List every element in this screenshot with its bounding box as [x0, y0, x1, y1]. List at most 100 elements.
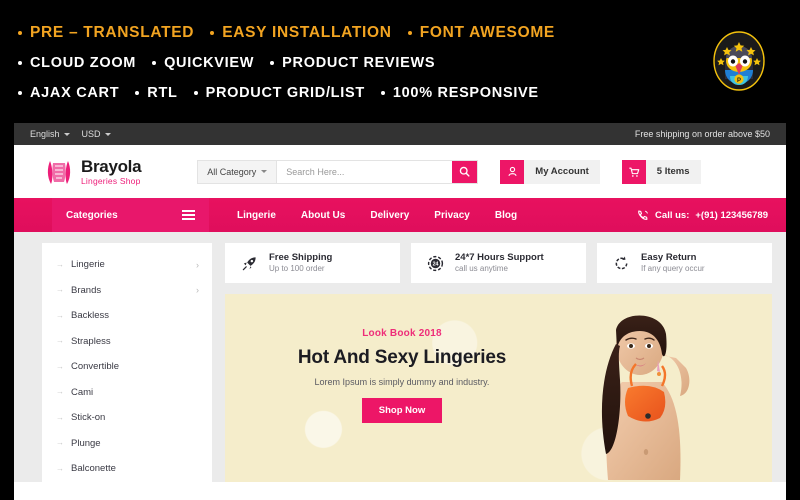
arrow-right-icon: → — [56, 259, 64, 269]
sidebar-item-label: Balconette — [71, 463, 116, 475]
sidebar-item-strapless[interactable]: → Strapless — [42, 329, 212, 355]
category-select-label: All Category — [207, 166, 257, 177]
banner-text-block: Look Book 2018 Hot And Sexy Lingeries Lo… — [277, 328, 527, 423]
sidebar-item-backless[interactable]: → Backless — [42, 303, 212, 329]
service-title: Free Shipping — [269, 251, 333, 263]
promo-feature: RTL — [135, 85, 177, 101]
promo-feature-label: 100% RESPONSIVE — [392, 85, 539, 101]
promo-feature-label: PRODUCT GRID/LIST — [205, 85, 365, 101]
shopping-cart-icon — [629, 167, 640, 177]
nav-item-about-us[interactable]: About Us — [301, 210, 345, 221]
categories-label: Categories — [66, 209, 118, 221]
sidebar-item-label: Lingerie — [71, 259, 105, 271]
sidebar-item-label: Stick-on — [71, 412, 106, 424]
arrow-right-icon: → — [56, 438, 64, 448]
sidebar-item-cami[interactable]: → Cami — [42, 380, 212, 406]
logo-text-block: Brayola Lingeries Shop — [81, 158, 142, 186]
arrow-right-icon: → — [56, 463, 64, 473]
bullet-icon — [193, 91, 198, 95]
site-logo[interactable]: Brayola Lingeries Shop — [42, 155, 142, 189]
sidebar-item-label: Plunge — [71, 437, 101, 449]
promo-row: AJAX CART RTL PRODUCT GRID/LIST 100% RES… — [18, 78, 660, 108]
service-title: 24*7 Hours Support — [455, 251, 544, 263]
sidebar-item-brands[interactable]: → Brands › — [42, 278, 212, 304]
search-icon — [460, 166, 470, 177]
promo-feature: CLOUD ZOOM — [18, 55, 136, 71]
promo-feature: FONT AWESOME — [407, 24, 555, 42]
bullet-icon — [18, 61, 22, 65]
sidebar-item-lingerie[interactable]: → Lingerie › — [42, 252, 212, 278]
sidebar-item-label: Strapless — [71, 335, 111, 347]
logo-tagline: Lingeries Shop — [81, 175, 141, 186]
shop-now-button[interactable]: Shop Now — [361, 398, 443, 423]
bullet-icon — [270, 61, 275, 65]
banner-eyebrow: Look Book 2018 — [362, 328, 442, 339]
arrow-right-icon: → — [56, 310, 64, 320]
page-body: → Lingerie › → Brands › → Backless → Str… — [14, 232, 786, 482]
search-bar: All Category — [197, 159, 479, 184]
nav-item-privacy[interactable]: Privacy — [434, 210, 470, 221]
shipping-notice: Free shipping on order above $50 — [634, 129, 770, 139]
promo-feature: PRE – TRANSLATED — [18, 24, 194, 42]
service-title: Easy Return — [641, 251, 697, 263]
hamburger-menu-icon — [182, 210, 195, 220]
sidebar-item-label: Convertible — [71, 361, 120, 373]
nav-item-blog[interactable]: Blog — [495, 210, 517, 221]
cart-icon-box — [621, 159, 646, 184]
sidebar-item-balconette[interactable]: → Balconette — [42, 456, 212, 482]
service-support: 24 24*7 Hours Support call us anytime — [411, 243, 586, 283]
language-selector[interactable]: English — [30, 129, 70, 139]
promo-banner: PRE – TRANSLATED EASY INSTALLATION FONT … — [0, 0, 800, 120]
cart-button[interactable]: 5 Items — [621, 159, 701, 184]
svg-text:24: 24 — [433, 261, 439, 267]
promo-feature-label: PRE – TRANSLATED — [30, 24, 195, 41]
chevron-down-icon — [104, 132, 111, 136]
user-icon-box — [500, 159, 525, 184]
promo-feature: QUICKVIEW — [152, 55, 254, 71]
main-content: Free Shipping Up to 100 order 24 24*7 Ho… — [225, 243, 772, 482]
bullet-icon — [407, 31, 412, 35]
sidebar-item-plunge[interactable]: → Plunge — [42, 431, 212, 457]
bullet-icon — [210, 31, 215, 35]
my-account-label: My Account — [535, 166, 589, 177]
currency-selector[interactable]: USD — [82, 129, 111, 139]
category-select[interactable]: All Category — [198, 160, 278, 183]
penguin-mascot-logo-icon: P — [713, 31, 765, 91]
sidebar-item-convertible[interactable]: → Convertible — [42, 354, 212, 380]
call-us-block[interactable]: Call us: +(91) 123456789 — [636, 198, 786, 232]
return-arrow-icon — [615, 256, 628, 269]
service-text: Easy Return If any query occur — [641, 252, 705, 275]
service-subtitle: call us anytime — [455, 264, 508, 274]
arrow-right-icon: → — [56, 361, 64, 371]
promo-row: CLOUD ZOOM QUICKVIEW PRODUCT REVIEWS — [18, 48, 660, 78]
promo-feature-label: EASY INSTALLATION — [222, 24, 392, 41]
hero-banner: Look Book 2018 Hot And Sexy Lingeries Lo… — [225, 294, 772, 482]
promo-feature: 100% RESPONSIVE — [380, 85, 539, 101]
arrow-right-icon: → — [56, 336, 64, 346]
promo-feature: AJAX CART — [18, 85, 119, 101]
arrow-right-icon: → — [56, 387, 64, 397]
service-text: Free Shipping Up to 100 order — [269, 252, 332, 275]
arrow-right-icon: → — [56, 412, 64, 422]
search-button[interactable] — [452, 160, 478, 183]
promo-feature: PRODUCT GRID/LIST — [193, 85, 365, 101]
nav-item-lingerie[interactable]: Lingerie — [237, 210, 276, 221]
service-subtitle: If any query occur — [641, 264, 705, 274]
service-subtitle: Up to 100 order — [269, 264, 325, 274]
call-us-label: Call us: — [655, 209, 690, 221]
promo-feature-label: CLOUD ZOOM — [30, 55, 137, 71]
language-label: English — [30, 129, 60, 139]
sidebar-item-stick-on[interactable]: → Stick-on — [42, 405, 212, 431]
nav-item-delivery[interactable]: Delivery — [370, 210, 409, 221]
phone-icon — [638, 209, 648, 220]
service-free-shipping: Free Shipping Up to 100 order — [225, 243, 400, 283]
my-account-button[interactable]: My Account — [500, 159, 600, 184]
main-navigation: Categories Lingerie About Us Delivery Pr… — [14, 198, 786, 232]
categories-toggle[interactable]: Categories — [52, 198, 209, 232]
nav-links: Lingerie About Us Delivery Privacy Blog — [209, 198, 517, 232]
chevron-down-icon — [63, 132, 70, 136]
category-sidebar: → Lingerie › → Brands › → Backless → Str… — [42, 243, 212, 482]
cart-label: 5 Items — [656, 166, 690, 177]
search-input[interactable] — [277, 160, 453, 183]
promo-feature-label: RTL — [147, 85, 178, 101]
